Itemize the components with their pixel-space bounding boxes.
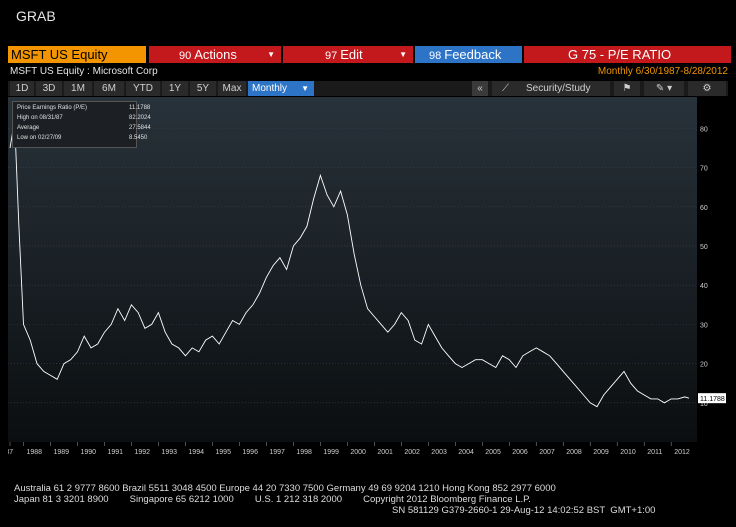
x-tick-label: 2011 bbox=[647, 449, 662, 456]
x-tick-label: 1998 bbox=[296, 449, 312, 456]
edit-menu-label: Edit bbox=[340, 47, 363, 62]
frequency-label: Monthly bbox=[252, 83, 288, 94]
x-tick-label: 2009 bbox=[593, 449, 609, 456]
period-1d-button[interactable]: 1D bbox=[10, 81, 34, 96]
period-ytd-button[interactable]: YTD bbox=[126, 81, 160, 96]
security-study-button[interactable]: ⟋ Security/Study bbox=[492, 81, 610, 96]
x-tick-label: 2004 bbox=[458, 449, 474, 456]
x-tick-label: 1996 bbox=[242, 449, 258, 456]
window-title: GRAB bbox=[16, 8, 56, 24]
x-tick-label: 2005 bbox=[485, 449, 501, 456]
legend-row-average: Average 27.5844 bbox=[17, 124, 151, 132]
legend-label: High on 08/31/87 bbox=[17, 115, 63, 121]
y-tick-label: 50 bbox=[700, 244, 708, 251]
legend-value: 82.2024 bbox=[129, 115, 151, 121]
x-tick-label: 2010 bbox=[620, 449, 636, 456]
legend-row-pe: Price Earnings Ratio (P/E) 11.1788 bbox=[17, 104, 150, 112]
x-tick-label: 2000 bbox=[350, 449, 366, 456]
footer-session: SN 581129 G379-2660-1 29-Aug-12 14:02:52… bbox=[392, 505, 656, 516]
x-tick-label: 1991 bbox=[107, 449, 123, 456]
frequency-dropdown[interactable]: Monthly ▼ bbox=[248, 81, 314, 96]
period-1y-button[interactable]: 1Y bbox=[162, 81, 188, 96]
period-5y-button[interactable]: 5Y bbox=[190, 81, 216, 96]
x-tick-label: 2001 bbox=[377, 449, 393, 456]
annotate-icon[interactable]: ✎ ▾ bbox=[644, 81, 684, 96]
x-tick-label: 1994 bbox=[188, 449, 204, 456]
collapse-button[interactable]: « bbox=[472, 81, 488, 96]
chevron-down-icon: ▼ bbox=[301, 84, 309, 93]
feedback-number: 98 bbox=[429, 50, 442, 62]
edit-menu-button[interactable]: 97 Edit ▼ bbox=[283, 46, 413, 63]
gear-icon[interactable]: ⚙ bbox=[688, 81, 726, 96]
period-1m-button[interactable]: 1M bbox=[64, 81, 92, 96]
legend-value: 11.1788 bbox=[129, 105, 151, 111]
actions-menu-label: Actions bbox=[194, 47, 237, 62]
chevron-down-icon: ▼ bbox=[399, 50, 407, 59]
y-tick-label: 60 bbox=[700, 205, 708, 212]
plot-background bbox=[8, 97, 697, 442]
legend-value: 8.5450 bbox=[129, 135, 148, 141]
chevron-down-icon: ▼ bbox=[267, 50, 275, 59]
y-tick-label: 20 bbox=[700, 362, 708, 369]
x-tick-label: 1993 bbox=[161, 449, 177, 456]
bookmark-icon[interactable]: ⚑ bbox=[614, 81, 640, 96]
footer-contacts-1: Australia 61 2 9777 8600 Brazil 5511 304… bbox=[14, 483, 556, 494]
x-tick-label: 1999 bbox=[323, 449, 339, 456]
actions-menu-number: 90 bbox=[179, 50, 192, 62]
legend-label: Average bbox=[17, 125, 40, 131]
x-tick-label: 1989 bbox=[53, 449, 69, 456]
legend-row-low: Low on 02/27/09 8.5450 bbox=[17, 134, 147, 142]
last-value-label: 11.1788 bbox=[698, 393, 726, 404]
x-axis: '87 1988 1989 1990 1991 1992 1993 1994 1995 1996 1… bbox=[8, 442, 690, 456]
y-tick-label: 40 bbox=[700, 283, 708, 290]
x-tick-label: 1997 bbox=[269, 449, 285, 456]
x-tick-label: 1995 bbox=[215, 449, 231, 456]
chart-legend: Price Earnings Ratio (P/E) 11.1788 High … bbox=[12, 101, 151, 148]
x-tick-label: 2008 bbox=[566, 449, 582, 456]
date-range[interactable]: Monthly 6/30/1987-8/28/2012 bbox=[598, 66, 728, 77]
x-tick-label: 1990 bbox=[80, 449, 96, 456]
x-tick-label: 2006 bbox=[512, 449, 528, 456]
footer-contacts-2: Japan 81 3 3201 8900 Singapore 65 6212 1… bbox=[14, 494, 531, 505]
edit-menu-number: 97 bbox=[325, 50, 338, 62]
period-max-button[interactable]: Max bbox=[218, 81, 246, 96]
last-value-text: 11.1788 bbox=[700, 396, 725, 403]
x-tick-label: 2003 bbox=[431, 449, 447, 456]
legend-label: Price Earnings Ratio (P/E) bbox=[17, 105, 88, 111]
chart-line-icon: ⟋ bbox=[502, 83, 509, 94]
legend-row-high: High on 08/31/87 82.2024 bbox=[17, 114, 151, 122]
function-title: G 75 - P/E RATIO bbox=[524, 46, 731, 63]
pe-ratio-chart[interactable]: 1020304050607080 '8719881989199019911992… bbox=[8, 97, 728, 479]
y-tick-label: 80 bbox=[700, 126, 708, 133]
x-tick-label: 1992 bbox=[134, 449, 150, 456]
security-study-label: Security/Study bbox=[526, 83, 591, 94]
y-axis: 1020304050607080 bbox=[700, 126, 708, 407]
y-tick-label: 70 bbox=[700, 166, 708, 173]
x-tick-label: '87 bbox=[8, 449, 13, 456]
period-3d-button[interactable]: 3D bbox=[36, 81, 62, 96]
x-tick-label: 1988 bbox=[26, 449, 42, 456]
x-tick-label: 2012 bbox=[674, 449, 690, 456]
x-tick-label: 2002 bbox=[404, 449, 420, 456]
feedback-button[interactable]: 98 Feedback bbox=[415, 46, 522, 63]
security-name: MSFT US Equity : Microsoft Corp bbox=[10, 66, 158, 77]
period-6m-button[interactable]: 6M bbox=[94, 81, 124, 96]
legend-value: 27.5844 bbox=[129, 125, 151, 131]
x-tick-label: 2007 bbox=[539, 449, 555, 456]
actions-menu-button[interactable]: 90 Actions ▼ bbox=[149, 46, 281, 63]
feedback-label: Feedback bbox=[444, 47, 502, 62]
y-tick-label: 30 bbox=[700, 322, 708, 329]
ticker-field[interactable]: MSFT US Equity bbox=[8, 46, 146, 63]
legend-label: Low on 02/27/09 bbox=[17, 135, 62, 141]
